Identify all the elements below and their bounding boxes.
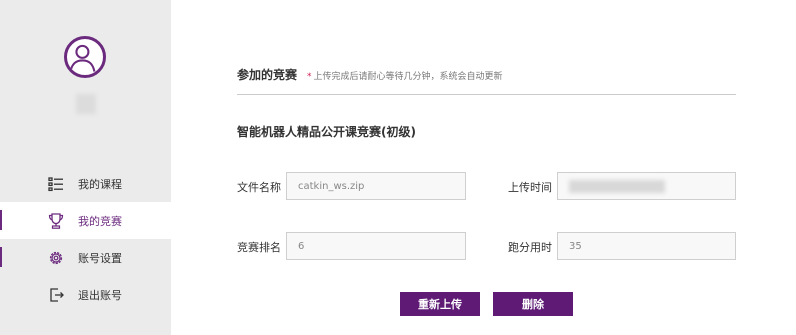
upload-note: * 上传完成后请耐心等待几分钟，系统会自动更新 — [307, 69, 503, 82]
username-redacted — [76, 94, 96, 114]
rank-value: 6 — [298, 240, 305, 252]
gear-icon — [47, 249, 65, 267]
main-content: 参加的竞赛 * 上传完成后请耐心等待几分钟，系统会自动更新 智能机器人精品公开课竞… — [237, 0, 737, 335]
file-name-field: catkin_ws.zip — [286, 172, 466, 200]
divider — [237, 94, 736, 95]
sidebar-item-label: 退出账号 — [78, 288, 122, 302]
section-title: 参加的竞赛 — [237, 68, 298, 82]
upload-time-value — [569, 179, 665, 193]
duration-value: 35 — [569, 240, 582, 252]
section-header: 参加的竞赛 * 上传完成后请耐心等待几分钟，系统会自动更新 — [237, 66, 503, 83]
upload-time-field — [557, 172, 736, 200]
contest-name: 智能机器人精品公开课竞赛(初级) — [237, 125, 416, 139]
trophy-icon — [47, 212, 65, 230]
delete-button[interactable]: 删除 — [493, 292, 573, 316]
sidebar-item-account-settings[interactable]: 账号设置 — [0, 239, 171, 276]
logout-icon — [47, 286, 65, 304]
upload-time-label: 上传时间 — [508, 181, 552, 194]
avatar[interactable] — [64, 36, 106, 78]
sidebar: 我的课程 我的竞赛 账号设置 退出账号 — [0, 0, 171, 335]
note-text: 上传完成后请耐心等待几分钟，系统会自动更新 — [313, 72, 503, 82]
sidebar-item-my-contests[interactable]: 我的竞赛 — [0, 202, 171, 239]
sidebar-item-label: 我的课程 — [78, 177, 122, 191]
duration-label: 跑分用时 — [508, 241, 552, 254]
sidebar-item-label: 我的竞赛 — [78, 214, 122, 228]
file-name-value: catkin_ws.zip — [298, 180, 365, 192]
rank-label: 竞赛排名 — [237, 241, 281, 254]
sidebar-item-label: 账号设置 — [78, 251, 122, 265]
note-star: * — [307, 72, 312, 82]
sidebar-item-my-courses[interactable]: 我的课程 — [0, 165, 171, 202]
rank-field: 6 — [286, 232, 466, 260]
file-name-label: 文件名称 — [237, 181, 281, 194]
user-icon — [69, 44, 96, 72]
sidebar-item-logout[interactable]: 退出账号 — [0, 276, 171, 313]
reupload-button[interactable]: 重新上传 — [400, 292, 480, 316]
sidebar-nav: 我的课程 我的竞赛 账号设置 退出账号 — [0, 165, 171, 313]
list-icon — [47, 175, 65, 193]
duration-field: 35 — [557, 232, 736, 260]
